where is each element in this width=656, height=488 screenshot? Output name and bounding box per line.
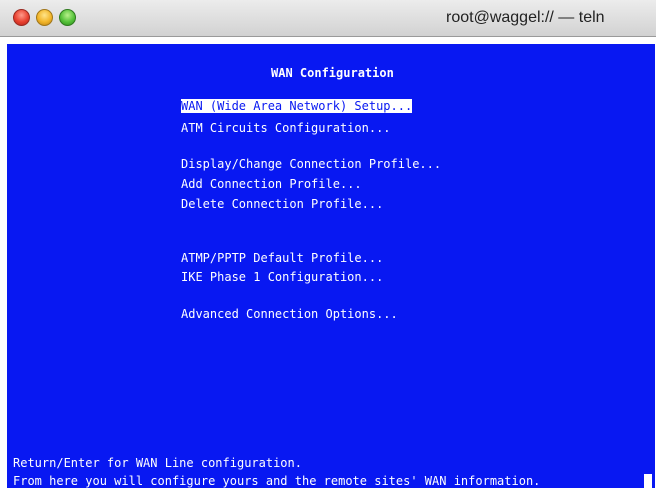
minimize-button[interactable] (36, 9, 53, 26)
menu-item-wan-setup[interactable]: WAN (Wide Area Network) Setup... (181, 99, 413, 113)
status-line-help: Return/Enter for WAN Line configuration. (13, 456, 302, 470)
title-bar[interactable]: root@waggel:// — teln (0, 0, 656, 37)
menu-item-delete-profile[interactable]: Delete Connection Profile... (181, 197, 383, 211)
terminal-cursor (644, 474, 652, 488)
menu-item-add-profile[interactable]: Add Connection Profile... (181, 177, 362, 191)
terminal-window: root@waggel:// — teln WAN Configuration … (0, 0, 656, 488)
menu-item-ike-phase1[interactable]: IKE Phase 1 Configuration... (181, 270, 383, 284)
screen-heading: WAN Configuration (271, 66, 394, 80)
window-title: root@waggel:// — teln (446, 9, 605, 26)
menu-item-atmp-pptp-profile[interactable]: ATMP/PPTP Default Profile... (181, 251, 383, 265)
close-button[interactable] (13, 9, 30, 26)
menu-item-display-change-profile[interactable]: Display/Change Connection Profile... (181, 157, 441, 171)
status-line-description: From here you will configure yours and t… (13, 474, 541, 488)
menu-item-advanced-options[interactable]: Advanced Connection Options... (181, 307, 398, 321)
zoom-button[interactable] (59, 9, 76, 26)
terminal-screen[interactable]: WAN Configuration WAN (Wide Area Network… (7, 44, 655, 488)
menu-item-atm-circuits[interactable]: ATM Circuits Configuration... (181, 121, 391, 135)
